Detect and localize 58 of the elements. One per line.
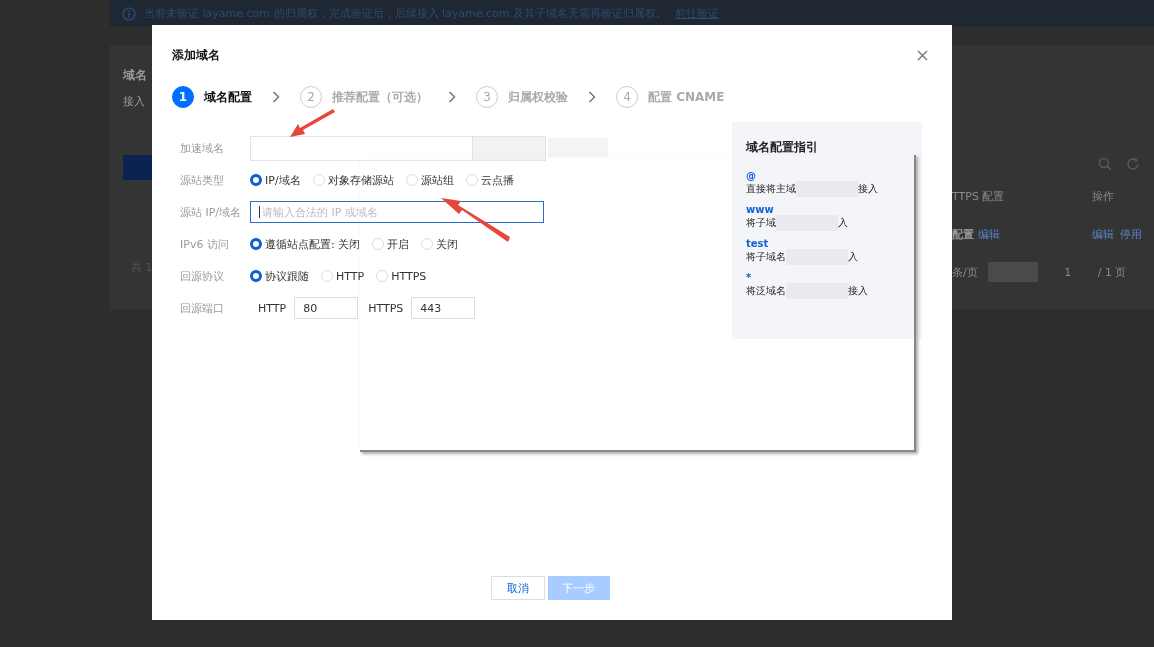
field-label: 回源端口 [180,300,225,316]
record-name: @ [746,170,757,181]
step-label: 推荐配置（可选） [332,88,428,106]
record-name: test [746,238,770,249]
guide-text: 接入 [858,182,878,196]
guide-text: 将子域 [746,216,776,230]
refresh-icon[interactable] [1126,157,1140,171]
port-input[interactable]: 443 [411,297,476,319]
field-label: 源站类型 [180,172,225,188]
guide-text: 接入 [848,284,868,298]
cancel-button[interactable]: 取消 [490,576,545,600]
radio-option[interactable]: 关闭 [421,236,459,252]
step-number: 1 [172,86,194,108]
field-label: 回源协议 [180,268,225,284]
chevron-icon [272,91,280,103]
search-icon[interactable] [1098,157,1112,171]
page-number[interactable]: 1 [1047,265,1088,279]
section-subtitle: 接入 [123,94,146,109]
page-size-label: 条/页 [952,264,978,280]
port-input[interactable]: 80 [294,297,359,319]
radio-option[interactable]: IP/域名 [250,172,301,188]
field-label: IPv6 访问 [180,236,230,252]
radio-option[interactable]: 云点播 [465,172,514,188]
section-heading: 域名 [123,67,148,84]
domain-input[interactable] [250,135,546,161]
radio-option[interactable]: HTTPS [376,268,427,284]
guide-text: 入 [838,216,848,230]
port-label: HTTP [258,301,287,315]
record-name: * [746,272,753,283]
suffix-addon[interactable] [472,136,545,160]
radio-option[interactable]: 对象存储源站 [312,172,394,188]
chevron-icon [448,91,456,103]
field-label: 源站 IP/域名 [180,204,243,220]
radio-option[interactable]: 遵循站点配置: 关闭 [250,236,361,252]
guide-text: 将子域名 [746,250,786,264]
port-label: HTTPS [368,301,404,315]
radio-option[interactable]: 源站组 [405,172,454,188]
info-icon [122,6,136,21]
radio-option[interactable]: HTTP [321,268,365,284]
guide-title: 域名配置指引 [746,139,819,156]
close-icon[interactable] [917,50,928,61]
guide-text: 将泛域名 [746,284,786,298]
radio-option[interactable]: 开启 [372,236,410,252]
dialog-title: 添加域名 [172,47,220,64]
annotation-arrow [289,109,337,139]
radio-option[interactable]: 协议跟随 [250,268,309,284]
record-name: www [746,204,775,215]
step-label: 域名配置 [204,88,252,106]
chevron-icon [588,91,596,103]
table-cell: 配置 [952,227,974,241]
field-label: 加速域名 [180,140,225,156]
guide-text: 直接将主域 [746,182,796,196]
step-label: 配置 CNAME [648,88,725,106]
total-pages: / 1 页 [1097,264,1127,280]
step-label: 归属权校验 [508,88,568,106]
column-header: TTPS 配置 [952,188,1006,204]
guide-text: 入 [848,250,858,264]
column-header: 操作 [1092,188,1114,204]
